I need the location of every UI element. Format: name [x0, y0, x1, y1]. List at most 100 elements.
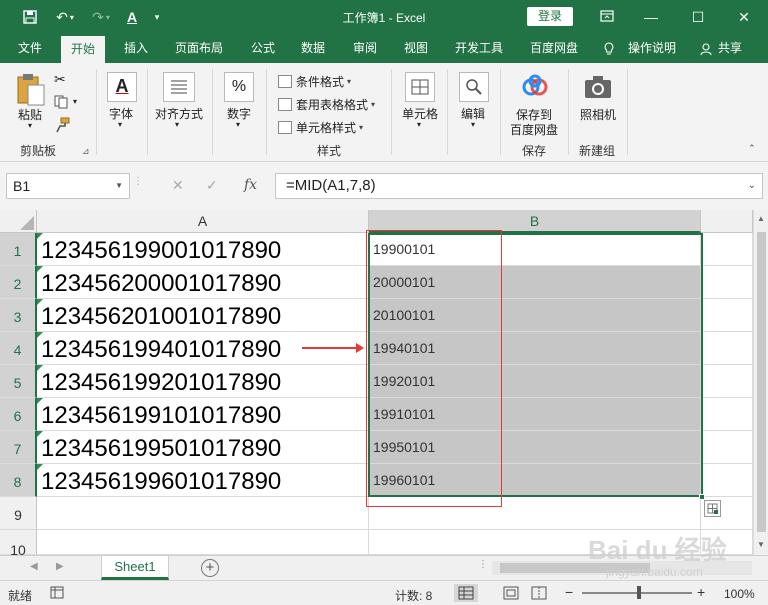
quick-analysis-icon[interactable]: [704, 500, 721, 517]
cancel-icon[interactable]: ✕: [172, 177, 184, 194]
save-to-baidu-line2[interactable]: 百度网盘: [510, 121, 558, 138]
maximize-icon[interactable]: ☐: [687, 6, 709, 28]
undo-icon[interactable]: ↶ ▾: [50, 8, 80, 26]
cell-a10[interactable]: [37, 530, 369, 555]
ribbon-display-icon[interactable]: [596, 6, 618, 28]
page-break-view-icon[interactable]: [531, 586, 547, 603]
align-icon[interactable]: [163, 72, 195, 102]
column-header-b[interactable]: B: [369, 210, 701, 233]
row-header[interactable]: 10: [0, 530, 37, 558]
cell-a7[interactable]: 123456199501017890: [37, 431, 369, 464]
camera-button[interactable]: 照相机: [580, 106, 616, 123]
cell-b6[interactable]: 19910101: [369, 398, 701, 431]
cell-a5[interactable]: 123456199201017890: [37, 365, 369, 398]
tab-data[interactable]: 数据: [301, 34, 325, 63]
cell-b9[interactable]: [369, 497, 701, 530]
font-color-icon[interactable]: A: [122, 8, 142, 26]
search-icon[interactable]: [459, 72, 489, 102]
tab-baidu-netdisk[interactable]: 百度网盘: [530, 34, 578, 63]
cell-c5[interactable]: [701, 365, 753, 398]
copy-dropdown-icon[interactable]: ▾: [73, 97, 77, 106]
column-header-a[interactable]: A: [37, 210, 369, 233]
row-header[interactable]: 1: [0, 233, 37, 266]
copy-icon[interactable]: [54, 95, 70, 112]
tab-view[interactable]: 视图: [404, 34, 428, 63]
cell-a1[interactable]: 123456199001017890: [37, 233, 369, 266]
row-header[interactable]: 8: [0, 464, 37, 497]
clipboard-launcher-icon[interactable]: ⊿: [82, 146, 90, 157]
cell-a3[interactable]: 123456201001017890: [37, 299, 369, 332]
sheet-next-icon[interactable]: ▶: [56, 561, 64, 572]
name-box[interactable]: B1 ▼: [6, 173, 130, 199]
sheet-tab-sheet1[interactable]: Sheet1: [101, 556, 169, 580]
tab-home[interactable]: 开始: [61, 36, 106, 63]
cell-a8[interactable]: 123456199601017890: [37, 464, 369, 497]
row-header[interactable]: 9: [0, 497, 37, 530]
tab-split-grip-icon[interactable]: ⋮: [478, 559, 488, 570]
editing-dropdown-icon[interactable]: ▾: [471, 120, 475, 129]
zoom-in-icon[interactable]: +: [697, 584, 705, 600]
alignment-dropdown-icon[interactable]: ▾: [175, 120, 179, 129]
row-header[interactable]: 4: [0, 332, 37, 365]
minimize-icon[interactable]: —: [640, 6, 662, 28]
formula-input[interactable]: =MID(A1,7,8) ⌄: [275, 173, 763, 199]
row-header[interactable]: 5: [0, 365, 37, 398]
login-button[interactable]: 登录: [527, 7, 573, 26]
tab-share[interactable]: 共享: [718, 34, 742, 63]
cell-b3[interactable]: 20100101: [369, 299, 701, 332]
check-icon[interactable]: ✓: [206, 177, 218, 194]
cell-c3[interactable]: [701, 299, 753, 332]
cell-c2[interactable]: [701, 266, 753, 299]
cell-a9[interactable]: [37, 497, 369, 530]
chevron-down-icon[interactable]: ▼: [115, 174, 123, 198]
add-sheet-button[interactable]: +: [201, 559, 219, 577]
cell-c4[interactable]: [701, 332, 753, 365]
cell-a6[interactable]: 123456199101017890: [37, 398, 369, 431]
horizontal-scrollbar[interactable]: [492, 561, 752, 575]
cell-b8[interactable]: 19960101: [369, 464, 701, 497]
baidu-netdisk-icon[interactable]: [520, 73, 550, 101]
cell-b10[interactable]: [369, 530, 701, 555]
macro-record-icon[interactable]: [50, 586, 64, 602]
font-icon[interactable]: A: [107, 72, 137, 102]
sheet-prev-icon[interactable]: ◀: [30, 561, 38, 572]
number-dropdown-icon[interactable]: ▾: [236, 120, 240, 129]
font-dropdown-icon[interactable]: ▾: [118, 120, 122, 129]
cells-icon[interactable]: [405, 72, 435, 102]
cell-a2[interactable]: 123456200001017890: [37, 266, 369, 299]
scroll-down-icon[interactable]: ▼: [757, 540, 765, 549]
vertical-scrollbar[interactable]: ▲ ▼: [753, 210, 768, 555]
save-icon[interactable]: [20, 8, 40, 26]
cell-b5[interactable]: 19920101: [369, 365, 701, 398]
cell-c6[interactable]: [701, 398, 753, 431]
cell-b1[interactable]: 19900101: [369, 233, 701, 266]
tab-insert[interactable]: 插入: [124, 34, 148, 63]
horizontal-scroll-thumb[interactable]: [500, 563, 650, 573]
select-all-corner[interactable]: [0, 210, 37, 233]
zoom-out-icon[interactable]: −: [565, 584, 573, 600]
vertical-scroll-thumb[interactable]: [757, 232, 766, 532]
cells-dropdown-icon[interactable]: ▾: [417, 120, 421, 129]
tab-developer[interactable]: 开发工具: [455, 34, 503, 63]
cell-c8[interactable]: [701, 464, 753, 497]
page-layout-view-icon[interactable]: [503, 586, 519, 603]
cell-b4[interactable]: 19940101: [369, 332, 701, 365]
row-header[interactable]: 7: [0, 431, 37, 464]
cell-style-button[interactable]: 单元格样式 ▾: [278, 117, 363, 137]
tab-page-layout[interactable]: 页面布局: [175, 34, 223, 63]
table-format-button[interactable]: 套用表格格式 ▾: [278, 94, 375, 114]
tab-tell-me[interactable]: 操作说明: [628, 34, 676, 63]
tab-review[interactable]: 审阅: [353, 34, 377, 63]
format-painter-icon[interactable]: [54, 117, 70, 136]
cell-c1[interactable]: [701, 233, 753, 266]
collapse-ribbon-icon[interactable]: ⌃: [748, 143, 756, 154]
customize-qat-icon[interactable]: ▾: [150, 8, 164, 26]
insert-function-icon[interactable]: fx: [244, 177, 257, 193]
paste-dropdown-icon[interactable]: ▾: [28, 121, 32, 130]
scroll-up-icon[interactable]: ▲: [757, 214, 765, 223]
conditional-format-button[interactable]: 条件格式 ▾: [278, 71, 351, 91]
zoom-level[interactable]: 100%: [724, 587, 755, 601]
cell-c10[interactable]: [701, 530, 753, 555]
tell-me-icon[interactable]: [603, 34, 615, 63]
percent-icon[interactable]: %: [224, 72, 254, 102]
